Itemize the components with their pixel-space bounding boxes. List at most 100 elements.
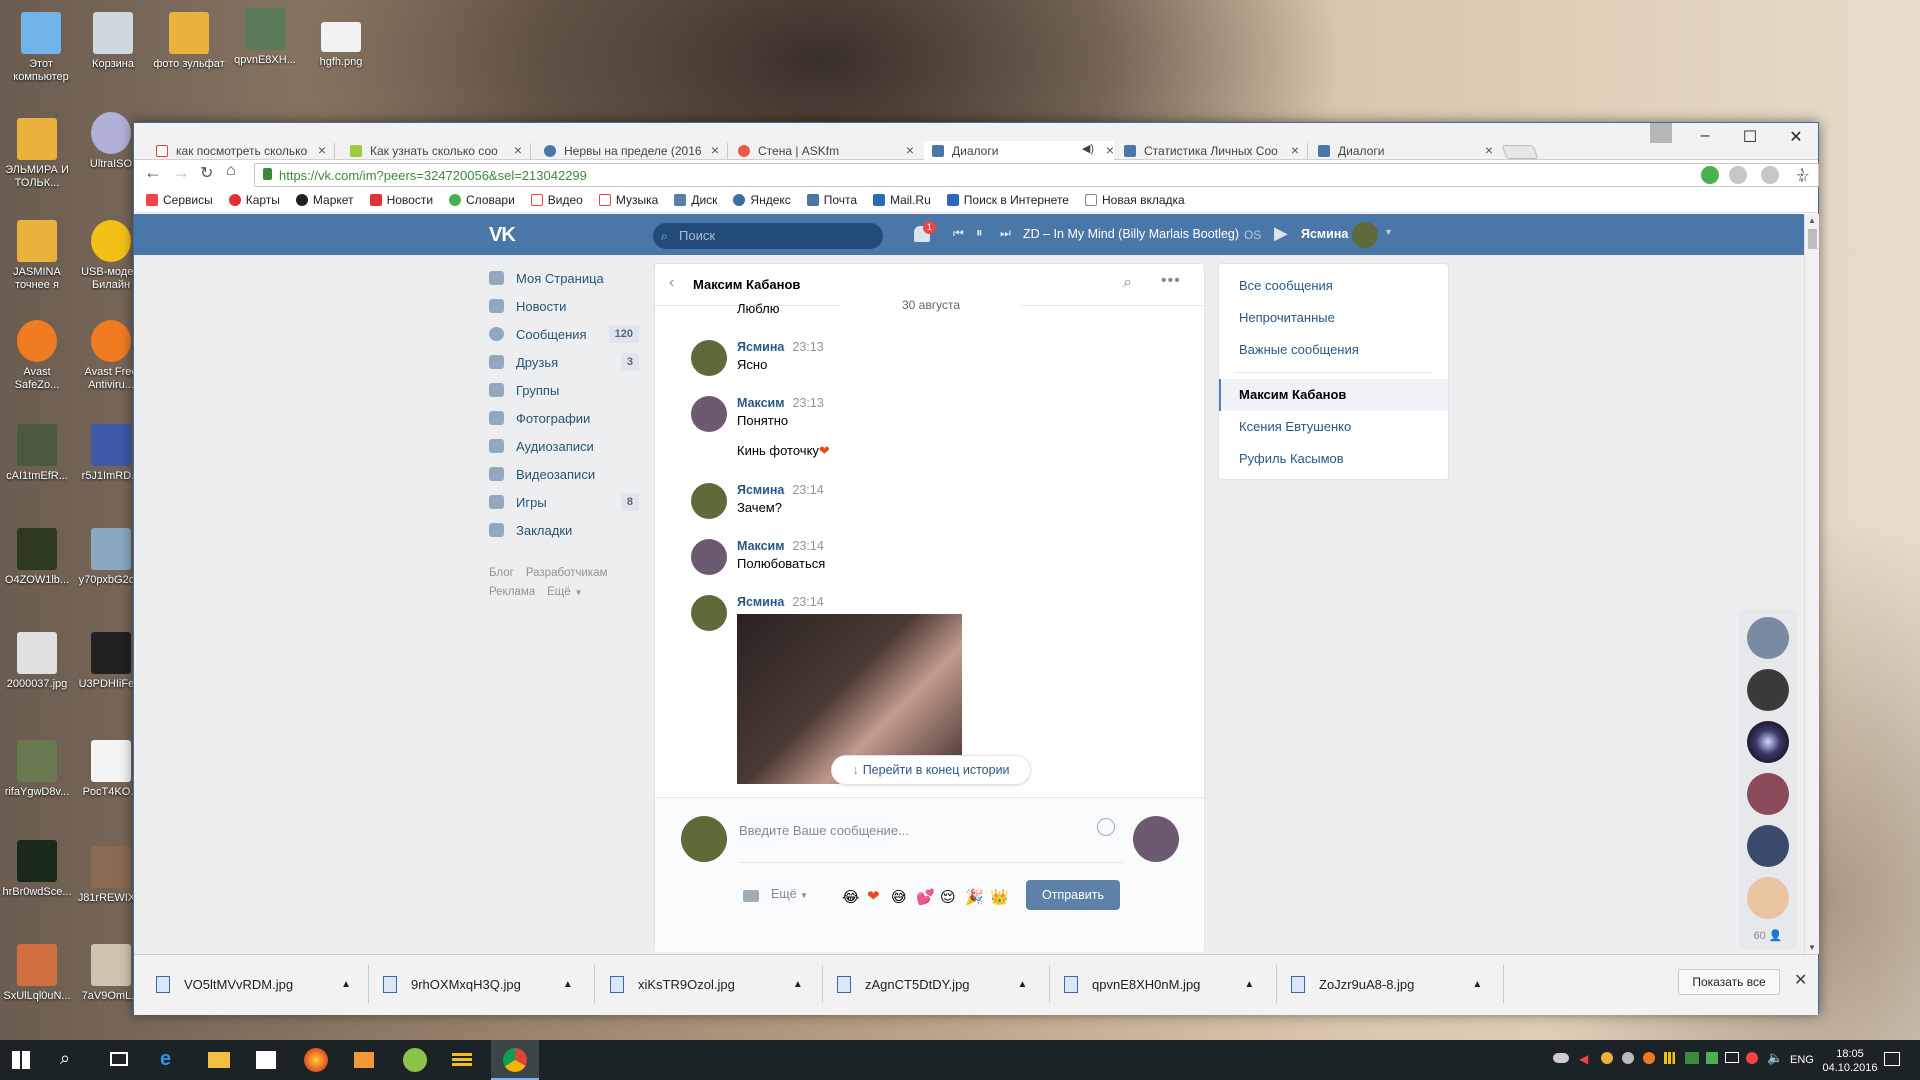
bookmark-new-tab[interactable]: Новая вкладка <box>1084 193 1185 207</box>
menu-item-audio[interactable]: Аудиозаписи <box>489 432 639 460</box>
message-author[interactable]: Максим 23:14 <box>737 539 824 553</box>
bookmark-mail[interactable]: Почта <box>806 193 857 207</box>
chevron-up-icon[interactable]: ▲ <box>1244 979 1254 990</box>
file-explorer-icon[interactable] <box>208 1052 230 1068</box>
desktop-icon-folder[interactable]: фото зульфат <box>152 12 226 71</box>
avatar[interactable] <box>691 595 727 631</box>
profile-icon[interactable] <box>1650 123 1672 143</box>
download-item[interactable]: 9rhOXMxqH3Q.jpg ▲ <box>383 973 573 995</box>
page-scrollbar[interactable]: ▲ ▼ <box>1804 214 1819 954</box>
firefox-icon[interactable] <box>304 1048 328 1072</box>
tray-icon[interactable] <box>1746 1052 1758 1064</box>
emoji-grin-icon[interactable]: 😅 <box>891 888 907 906</box>
friend-avatar[interactable] <box>1747 877 1789 919</box>
desktop-icon-this-pc[interactable]: Этот компьютер <box>4 12 78 84</box>
friend-avatar[interactable] <box>1747 617 1789 659</box>
scroll-down-arrow-icon[interactable]: ▼ <box>1805 943 1819 952</box>
message-input[interactable]: Введите Ваше сообщение... <box>739 808 1124 863</box>
vk-logo[interactable]: VK <box>489 224 516 247</box>
filter-unread[interactable]: Непрочитанные <box>1219 302 1448 334</box>
edge-icon[interactable]: e <box>160 1048 184 1072</box>
emoji-hearts-icon[interactable]: 💕 <box>916 888 935 906</box>
dialog-item[interactable]: Руфиль Касымов <box>1219 443 1448 475</box>
tab-yandex-search[interactable]: как посмотреть сколько × <box>156 141 326 160</box>
close-tab-icon[interactable]: × <box>1106 142 1114 158</box>
media-player-icon[interactable] <box>354 1052 374 1068</box>
tray-icon[interactable] <box>1706 1052 1718 1064</box>
next-track-icon[interactable]: ⏭ <box>1000 226 1011 241</box>
emoji-laugh-icon[interactable]: 😂 <box>842 888 860 906</box>
address-bar[interactable]: https://vk.com/im?peers=324720056&sel=21… <box>254 163 1819 187</box>
avatar[interactable] <box>691 396 727 432</box>
menu-item-games[interactable]: Игры 8 <box>489 488 639 516</box>
desktop-icon-image[interactable]: SxUlLql0uN... <box>0 944 74 1003</box>
extension-icon[interactable] <box>1729 166 1747 184</box>
friend-avatar[interactable] <box>1747 721 1789 763</box>
avatar[interactable] <box>691 483 727 519</box>
desktop-icon-image[interactable]: hgfh.png <box>304 22 378 69</box>
chevron-down-icon[interactable]: ▼ <box>1384 227 1393 237</box>
desktop-icon-image[interactable]: qpvnE8XH... <box>228 8 302 67</box>
emoji-heart-icon[interactable]: ❤ <box>867 887 880 905</box>
desktop-icon-image[interactable]: hrBr0wdSce... <box>0 840 74 899</box>
avatar[interactable] <box>691 539 727 575</box>
menu-item-my-page[interactable]: Моя Страница <box>489 264 639 292</box>
bookmark-internet-search[interactable]: Поиск в Интернете <box>946 193 1069 207</box>
maximize-button[interactable]: ☐ <box>1735 127 1765 147</box>
message-author[interactable]: Ясмина 23:14 <box>737 483 824 497</box>
desktop-icon-image[interactable]: O4ZOW1lb... <box>0 528 74 587</box>
tab-nervy[interactable]: Нервы на пределе (2016 × <box>544 141 719 160</box>
more-attachments-button[interactable]: Ещё ▼ <box>771 887 808 901</box>
desktop-icon-folder[interactable]: ЭЛЬМИРА И ТОЛЬК... <box>0 118 74 190</box>
friends-count[interactable]: 60 👤 <box>1739 929 1797 942</box>
menu-icon[interactable]: ⋮ <box>1794 165 1810 185</box>
desktop-icon-recycle-bin[interactable]: Корзина <box>76 12 150 71</box>
tab-how-to-know[interactable]: Как узнать сколько соо × <box>350 141 522 160</box>
user-name[interactable]: Ясмина <box>1301 227 1348 241</box>
back-icon[interactable]: ← <box>144 162 162 183</box>
menu-item-video[interactable]: Видеозаписи <box>489 460 639 488</box>
beeline-icon[interactable] <box>452 1052 472 1066</box>
message-author[interactable]: Максим 23:13 <box>737 396 824 410</box>
new-tab-button[interactable] <box>1501 145 1539 159</box>
chrome-icon[interactable] <box>503 1048 527 1072</box>
close-tab-icon[interactable]: × <box>906 142 914 158</box>
more-icon[interactable]: ••• <box>1161 272 1181 290</box>
scroll-thumb[interactable] <box>1807 229 1817 249</box>
dialog-item[interactable]: Ксения Евтушенко <box>1219 411 1448 443</box>
cloud-icon[interactable] <box>1553 1053 1569 1063</box>
footer-link-blog[interactable]: Блог <box>489 567 514 579</box>
download-item[interactable]: VO5ltMVvRDM.jpg ▲ <box>156 973 351 995</box>
reload-icon[interactable]: ↻ <box>200 163 213 183</box>
camera-icon[interactable] <box>743 890 759 902</box>
back-arrow-icon[interactable]: ‹ <box>669 274 674 292</box>
track-title[interactable]: ZD – In My Mind (Billy Marlais Bootleg) <box>1023 227 1239 241</box>
bookmark-mailru[interactable]: Mail.Ru <box>873 193 931 207</box>
chevron-up-icon[interactable]: ▲ <box>1018 979 1028 990</box>
send-button[interactable]: Отправить <box>1026 880 1120 910</box>
volume-icon[interactable]: 🔈 <box>1767 1050 1783 1066</box>
chevron-up-icon[interactable]: ▲ <box>1472 979 1482 990</box>
message-author[interactable]: Ясмина 23:14 <box>737 595 824 609</box>
download-item[interactable]: qpvnE8XH0nM.jpg ▲ <box>1064 973 1254 995</box>
tab-askfm[interactable]: Стена | ASKfm × <box>738 141 914 160</box>
chevron-up-icon[interactable]: ▲ <box>793 979 803 990</box>
footer-link-developers[interactable]: Разработчикам <box>526 567 608 579</box>
bookmark-dictionaries[interactable]: Словари <box>449 193 515 207</box>
close-tab-icon[interactable]: × <box>711 142 719 158</box>
footer-link-ads[interactable]: Реклама <box>489 586 535 598</box>
recipient-avatar[interactable] <box>1133 816 1179 862</box>
bookmark-market[interactable]: Маркет <box>295 193 354 207</box>
dialog-item-selected[interactable]: Максим Кабанов <box>1219 379 1448 411</box>
menu-item-photos[interactable]: Фотографии <box>489 404 639 432</box>
tray-icon[interactable] <box>1685 1052 1699 1064</box>
tab-statistics[interactable]: Статистика Личных Соо × <box>1124 141 1299 160</box>
message-author[interactable]: Ясмина 23:13 <box>737 340 824 354</box>
extension-icon[interactable] <box>1701 166 1719 184</box>
desktop-icon-image[interactable]: rifaYgwD8v... <box>0 740 74 799</box>
filter-all-messages[interactable]: Все сообщения <box>1219 270 1448 302</box>
speaker-icon[interactable]: ◀) <box>1082 142 1094 155</box>
close-window-button[interactable]: ✕ <box>1781 127 1811 147</box>
search-icon[interactable]: ⌕ <box>1123 274 1132 292</box>
close-tab-icon[interactable]: × <box>318 142 326 158</box>
